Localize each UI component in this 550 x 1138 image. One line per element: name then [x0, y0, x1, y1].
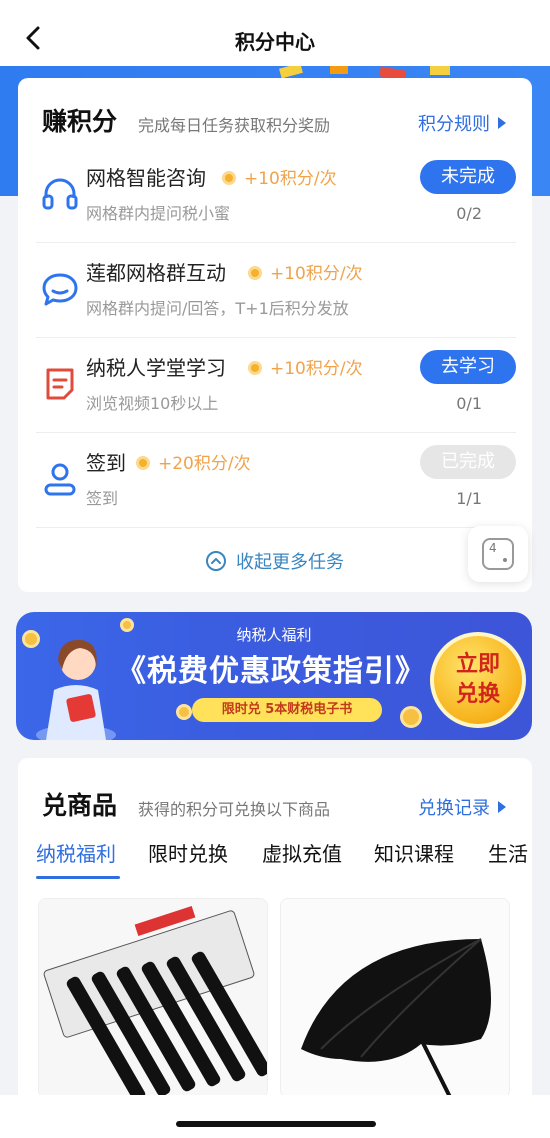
tab-tax-benefits[interactable]: 纳税福利: [36, 838, 116, 867]
earn-points-card: 赚积分 完成每日任务获取积分奖励 积分规则 网格智能咨询 +10积分/次 网格群…: [18, 78, 532, 592]
task-points-label: +10积分/次: [270, 359, 363, 379]
chat-bubble-icon: [42, 273, 78, 306]
task-desc: 浏览视频10秒以上: [86, 394, 219, 413]
task-points: +20积分/次: [136, 449, 251, 474]
tab-life[interactable]: 生活: [488, 838, 532, 867]
task-name: 纳税人学堂学习: [86, 356, 226, 380]
task-points: +10积分/次: [248, 259, 363, 284]
task-row: 签到 +20积分/次 签到 已完成 1/1: [36, 433, 516, 528]
redeem-now-button[interactable]: 立即 兑换: [430, 632, 526, 728]
shop-title: 兑商品: [42, 791, 118, 820]
collapse-more-tasks-button[interactable]: 收起更多任务: [18, 548, 532, 574]
banner-tag: 限时兑 5本财税电子书: [192, 698, 382, 722]
product-card[interactable]: [280, 898, 510, 1098]
dice-dot: [503, 558, 507, 562]
task-status-button[interactable]: 未完成: [420, 160, 516, 194]
pen-set-image: [39, 899, 267, 1097]
task-desc: 网格群内提问/回答，T+1后积分发放: [86, 299, 349, 318]
coin-icon: [222, 171, 236, 185]
dice-number: 4: [489, 541, 497, 555]
task-points-label: +20积分/次: [158, 454, 251, 474]
redeem-line1: 立即: [455, 652, 500, 677]
coin-decoration: [400, 706, 422, 728]
document-icon: [46, 368, 74, 400]
task-points-label: +10积分/次: [244, 169, 337, 189]
redeem-goods-card: 兑商品 获得的积分可兑换以下商品 兑换记录 纳税福利 限时兑换 虚拟充值 知识课…: [18, 758, 532, 1138]
dice-icon: 4: [482, 538, 514, 570]
earn-card-header: 赚积分 完成每日任务获取积分奖励 积分规则: [42, 102, 516, 138]
headphones-icon: [42, 178, 78, 210]
task-name: 莲都网格群互动: [86, 261, 226, 285]
redeem-records-link[interactable]: 兑换记录: [418, 794, 506, 820]
collapse-label: 收起更多任务: [236, 552, 344, 573]
triangle-right-icon: [498, 801, 506, 813]
task-progress: 0/1: [456, 394, 482, 413]
page-title: 积分中心: [235, 30, 315, 54]
tab-limited-redeem[interactable]: 限时兑换: [148, 838, 228, 867]
chevron-up-circle-icon: [206, 551, 226, 571]
promo-banner[interactable]: 纳税人福利 《税费优惠政策指引》 限时兑 5本财税电子书 立即 兑换: [16, 612, 532, 740]
task-points: +10积分/次: [222, 164, 337, 189]
floating-dice-button[interactable]: 4: [468, 526, 528, 582]
redeem-line2: 兑换: [455, 682, 500, 707]
banner-main-text: 《税费优惠政策指引》: [116, 654, 426, 689]
home-indicator: [176, 1121, 376, 1127]
top-nav-bar: 积分中心: [0, 0, 550, 66]
task-row: 网格智能咨询 +10积分/次 网格群内提问税小蜜 未完成 0/2: [36, 148, 516, 243]
tab-knowledge-courses[interactable]: 知识课程: [374, 838, 454, 867]
task-row: 莲都网格群互动 +10积分/次 网格群内提问/回答，T+1后积分发放: [36, 243, 516, 338]
coin-icon: [248, 266, 262, 280]
bottom-safe-area: [0, 1095, 550, 1138]
coin-icon: [248, 361, 262, 375]
coin-decoration: [176, 704, 192, 720]
umbrella-image: [281, 899, 509, 1097]
task-progress: 1/1: [456, 489, 482, 508]
task-points-label: +10积分/次: [270, 264, 363, 284]
task-points: +10积分/次: [248, 354, 363, 379]
active-tab-indicator: [36, 876, 120, 879]
shop-card-header: 兑商品 获得的积分可兑换以下商品 兑换记录: [42, 786, 516, 822]
points-rules-label: 积分规则: [418, 114, 490, 135]
task-desc: 网格群内提问税小蜜: [86, 204, 231, 223]
coin-icon: [136, 456, 150, 470]
earn-subtitle: 完成每日任务获取积分奖励: [138, 116, 331, 135]
product-card[interactable]: [38, 898, 268, 1098]
user-icon: [44, 463, 76, 496]
redeem-records-label: 兑换记录: [418, 798, 490, 819]
task-progress: 0/2: [456, 204, 482, 223]
task-status-button: 已完成: [420, 445, 516, 479]
triangle-right-icon: [498, 117, 506, 129]
task-name: 签到: [86, 451, 126, 475]
points-rules-link[interactable]: 积分规则: [418, 110, 506, 136]
category-tabs: 纳税福利 限时兑换 虚拟充值 知识课程 生活: [18, 832, 532, 882]
earn-title: 赚积分: [42, 107, 118, 136]
tab-virtual-recharge[interactable]: 虚拟充值: [262, 838, 342, 867]
shop-subtitle: 获得的积分可兑换以下商品: [138, 800, 331, 819]
task-name: 网格智能咨询: [86, 166, 206, 190]
task-row: 纳税人学堂学习 +10积分/次 浏览视频10秒以上 去学习 0/1: [36, 338, 516, 433]
task-desc: 签到: [86, 489, 119, 508]
task-status-button[interactable]: 去学习: [420, 350, 516, 384]
